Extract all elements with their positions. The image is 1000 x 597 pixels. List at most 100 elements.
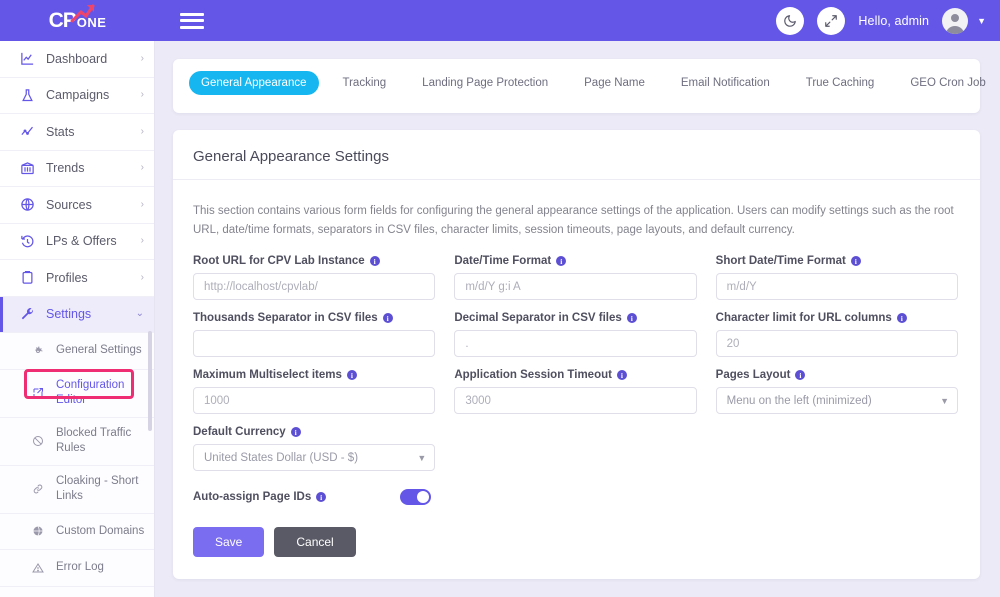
- sidebar: Dashboard › Campaigns › Stats › Trends ›…: [0, 41, 155, 597]
- field-label: Thousands Separator in CSV files i: [193, 312, 435, 324]
- sidebar-item-dashboard[interactable]: Dashboard ›: [0, 41, 154, 78]
- tab-landing-page-protection[interactable]: Landing Page Protection: [410, 71, 560, 95]
- sidebar-subitem-label: General Settings: [56, 343, 142, 356]
- chevron-right-icon: ›: [140, 89, 144, 101]
- info-circle-icon[interactable]: i: [556, 256, 567, 267]
- info-circle-icon[interactable]: i: [346, 370, 357, 381]
- field-label: Maximum Multiselect items i: [193, 369, 435, 381]
- tab-true-caching[interactable]: True Caching: [794, 71, 887, 95]
- info-circle-icon[interactable]: i: [850, 256, 861, 267]
- sidebar-subitem-label: Blocked Traffic Rules: [56, 426, 132, 455]
- field-decimal-separator: Decimal Separator in CSV files i: [454, 312, 697, 358]
- info-circle-icon[interactable]: i: [616, 370, 627, 381]
- sidebar-subitem-label: Custom Domains: [56, 524, 145, 537]
- save-button[interactable]: Save: [193, 527, 265, 558]
- chevron-down-icon[interactable]: ▼: [977, 16, 986, 26]
- datetime-format-input[interactable]: [454, 273, 697, 301]
- sidebar-item-profiles[interactable]: Profiles ›: [0, 260, 154, 297]
- toggle-knob: [417, 491, 429, 504]
- sidebar-item-label: LPs & Offers: [46, 234, 117, 249]
- sidebar-scrollbar[interactable]: [148, 331, 152, 431]
- sidebar-subitem-cloaking-short-links[interactable]: Cloaking - Short Links: [0, 465, 154, 514]
- sidebar-subitem-groups[interactable]: Groups: [0, 586, 154, 597]
- field-character-limit: Character limit for URL columns i: [715, 312, 958, 358]
- main-content: General Appearance Tracking Landing Page…: [155, 41, 1000, 597]
- chevron-right-icon: ›: [140, 271, 144, 283]
- default-currency-select[interactable]: United States Dollar (USD - $): [193, 444, 436, 472]
- sidebar-item-stats[interactable]: Stats ›: [0, 114, 154, 151]
- sidebar-subitem-custom-domains[interactable]: Custom Domains: [0, 513, 154, 551]
- field-label: Application Session Timeout i: [454, 369, 696, 381]
- avatar[interactable]: [942, 7, 969, 34]
- sidebar-subitem-general-settings[interactable]: General Settings: [0, 333, 154, 370]
- clipboard-icon: [20, 270, 40, 285]
- field-label: Default Currency i: [193, 426, 435, 438]
- sidebar-subitem-label: Error Log: [56, 561, 104, 574]
- sidebar-subitem-configuration-editor[interactable]: Configuration Editor: [0, 369, 154, 418]
- field-session-timeout: Application Session Timeout i: [454, 369, 697, 415]
- field-root-url: Root URL for CPV Lab Instance i: [193, 255, 436, 301]
- field-short-datetime-format: Short Date/Time Format i: [715, 255, 958, 301]
- link-chain-icon: [32, 483, 50, 495]
- root-url-input[interactable]: [193, 273, 436, 301]
- sidebar-item-campaigns[interactable]: Campaigns ›: [0, 78, 154, 114]
- logo[interactable]: CP ONE: [0, 0, 155, 41]
- decimal-separator-input[interactable]: [454, 330, 697, 358]
- short-datetime-format-input[interactable]: [715, 273, 958, 301]
- field-label: Short Date/Time Format i: [716, 255, 958, 267]
- warning-triangle-icon: [32, 562, 50, 574]
- field-thousands-separator: Thousands Separator in CSV files i: [193, 312, 436, 358]
- hamburger-menu-icon[interactable]: [180, 11, 204, 31]
- auto-assign-page-ids-toggle[interactable]: [400, 489, 431, 506]
- app-root: CP ONE Hello, admin ▼ Dashboard › Campai…: [0, 0, 1000, 597]
- info-circle-icon[interactable]: i: [369, 256, 380, 267]
- max-multiselect-input[interactable]: [193, 387, 436, 415]
- info-circle-icon[interactable]: i: [316, 492, 327, 503]
- sidebar-subitem-error-log[interactable]: Error Log: [0, 550, 154, 587]
- field-max-multiselect: Maximum Multiselect items i: [193, 369, 436, 415]
- info-circle-icon[interactable]: i: [896, 313, 907, 324]
- sidebar-subitem-blocked-traffic-rules[interactable]: Blocked Traffic Rules: [0, 417, 154, 466]
- flask-icon: [20, 88, 40, 103]
- tab-tracking[interactable]: Tracking: [331, 71, 399, 95]
- chevron-down-icon: ⌄: [135, 308, 144, 320]
- sidebar-item-label: Trends: [46, 161, 85, 176]
- cancel-button[interactable]: Cancel: [274, 527, 356, 558]
- chevron-right-icon: ›: [140, 198, 144, 210]
- top-bar-actions: Hello, admin ▼: [776, 6, 1000, 35]
- tab-general-appearance[interactable]: General Appearance: [189, 71, 319, 95]
- info-circle-icon[interactable]: i: [795, 370, 806, 381]
- pages-layout-select[interactable]: Menu on the left (minimized): [715, 387, 958, 415]
- sidebar-item-lps-offers[interactable]: LPs & Offers ›: [0, 224, 154, 260]
- tab-geo-cron-job[interactable]: GEO Cron Job: [898, 71, 997, 95]
- sidebar-item-label: Campaigns: [46, 88, 110, 103]
- field-label: Character limit for URL columns i: [716, 312, 958, 324]
- field-label: Pages Layout i: [716, 369, 958, 381]
- character-limit-input[interactable]: [715, 330, 958, 358]
- sidebar-item-label: Stats: [46, 124, 75, 139]
- thousands-separator-input[interactable]: [193, 330, 436, 358]
- sidebar-item-sources[interactable]: Sources ›: [0, 187, 154, 224]
- logo-arrow-icon: [70, 4, 95, 22]
- wrench-icon: [20, 307, 40, 322]
- field-label: Root URL for CPV Lab Instance i: [193, 255, 435, 267]
- tab-email-notification[interactable]: Email Notification: [669, 71, 782, 95]
- session-timeout-input[interactable]: [454, 387, 697, 415]
- sidebar-item-label: Settings: [46, 307, 92, 322]
- chevron-right-icon: ›: [140, 125, 144, 137]
- moon-icon[interactable]: [776, 6, 805, 35]
- sidebar-item-trends[interactable]: Trends ›: [0, 151, 154, 187]
- sidebar-item-label: Profiles: [46, 270, 88, 285]
- info-circle-icon[interactable]: i: [290, 427, 301, 438]
- field-label: Decimal Separator in CSV files i: [454, 312, 696, 324]
- tab-page-name[interactable]: Page Name: [572, 71, 657, 95]
- info-circle-icon[interactable]: i: [626, 313, 637, 324]
- user-avatar-icon: [946, 13, 965, 34]
- expand-arrows-icon[interactable]: [817, 6, 846, 35]
- info-circle-icon[interactable]: i: [382, 313, 393, 324]
- top-bar: CP ONE Hello, admin ▼: [0, 0, 1000, 41]
- toggle-label: Auto-assign Page IDs i: [193, 491, 327, 503]
- ban-circle-icon: [32, 435, 50, 447]
- stats-zigzag-icon: [20, 124, 40, 139]
- sidebar-item-settings[interactable]: Settings ⌄: [0, 296, 154, 333]
